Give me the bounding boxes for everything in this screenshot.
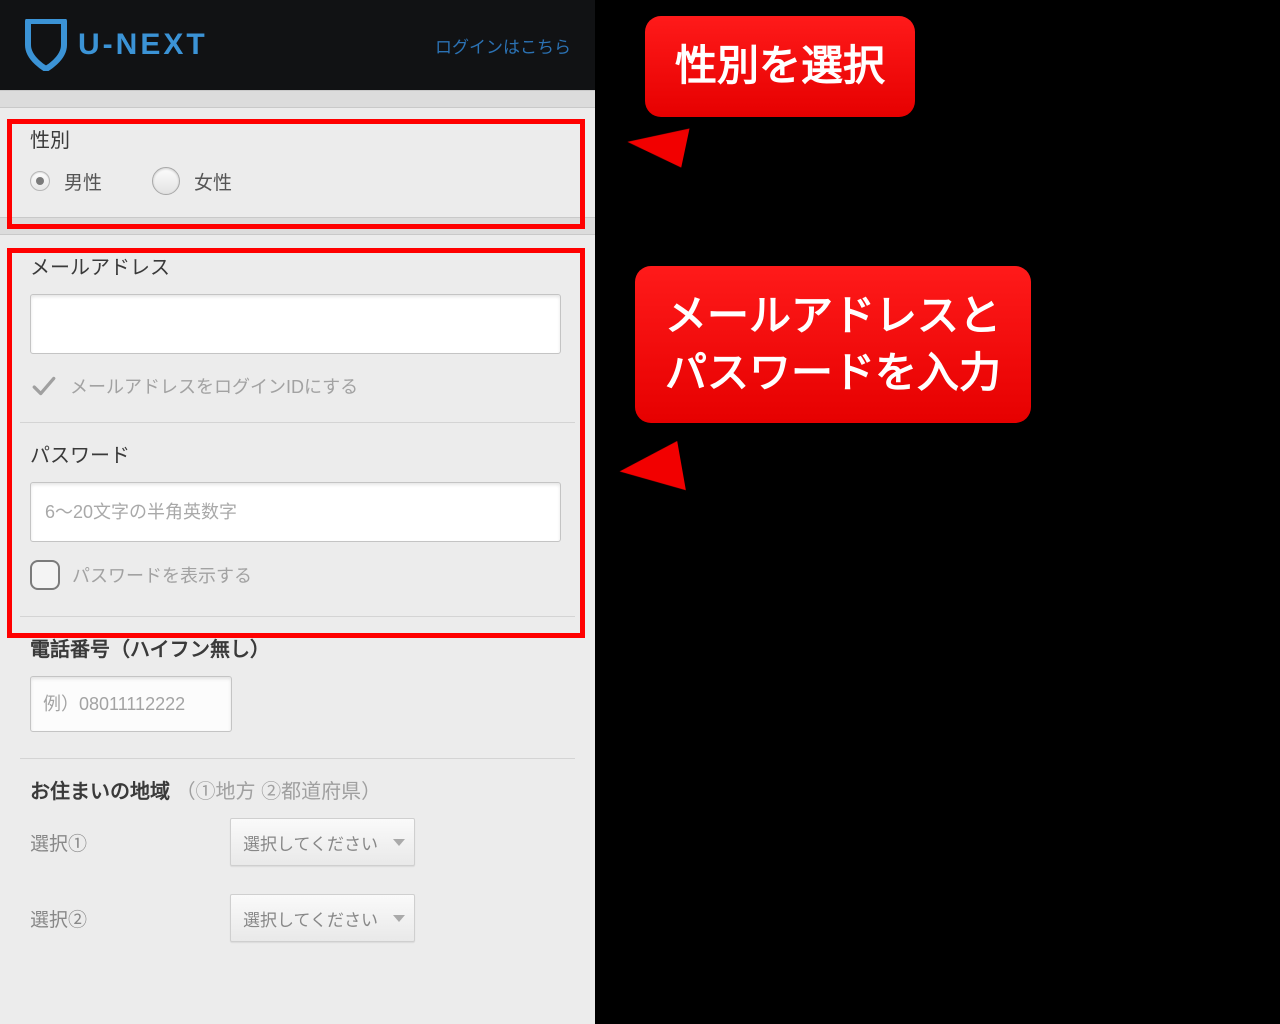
callout-text: 性別を選択 (675, 42, 885, 89)
radio-icon (30, 171, 50, 191)
password-section: パスワード パスワードを表示する (14, 423, 581, 612)
radio-icon (152, 167, 180, 195)
select-value: 選択してください (243, 830, 378, 855)
phone-section: 電話番号（ハイフン無し） (14, 617, 581, 754)
gender-male-label: 男性 (64, 168, 102, 195)
callout-text-line2: パスワードを入力 (665, 349, 1001, 396)
region-select2-label: 選択② (30, 905, 230, 932)
chevron-down-icon (393, 837, 404, 848)
email-section: メールアドレス メールアドレスをログインIDにする (14, 235, 581, 422)
region-label-hint: （①地方 ②都道府県） (176, 781, 382, 803)
use-email-as-id-toggle[interactable]: メールアドレスをログインIDにする (30, 372, 561, 400)
email-input[interactable] (30, 294, 561, 354)
email-label: メールアドレス (30, 251, 561, 280)
divider (0, 90, 595, 108)
password-label: パスワード (30, 439, 561, 468)
gender-section: 性別 男性 女性 (14, 108, 581, 217)
phone-label: 電話番号（ハイフン無し） (30, 633, 561, 662)
region-select2[interactable]: 選択してください (230, 894, 415, 942)
region-label: お住まいの地域 （①地方 ②都道府県） (30, 775, 561, 804)
gender-label: 性別 (30, 124, 561, 153)
gender-female-label: 女性 (194, 168, 232, 195)
chevron-down-icon (393, 913, 404, 924)
gender-male-option[interactable]: 男性 (30, 168, 102, 195)
phone-input[interactable] (30, 676, 232, 732)
callout-tail (616, 441, 686, 501)
registration-form-panel: U-NEXT ログインはこちら 性別 男性 女性 (0, 0, 595, 1024)
gender-female-option[interactable]: 女性 (152, 167, 232, 195)
login-link[interactable]: ログインはこちら (435, 33, 571, 58)
show-password-toggle[interactable]: パスワードを表示する (30, 560, 561, 590)
callout-email-password: メールアドレスと パスワードを入力 (635, 266, 1031, 423)
use-email-as-id-label: メールアドレスをログインIDにする (70, 373, 358, 399)
region-select1-label: 選択① (30, 829, 230, 856)
show-password-label: パスワードを表示する (72, 562, 252, 588)
checkmark-icon (30, 372, 58, 400)
region-select1[interactable]: 選択してください (230, 818, 415, 866)
select-value: 選択してください (243, 906, 378, 931)
app-header: U-NEXT ログインはこちら (0, 0, 595, 90)
shield-icon (24, 19, 68, 71)
password-input[interactable] (30, 482, 561, 542)
callout-text-line1: メールアドレスと (665, 292, 1001, 339)
brand-text: U-NEXT (78, 28, 208, 62)
callout-gender: 性別を選択 (645, 16, 915, 117)
region-section: お住まいの地域 （①地方 ②都道府県） 選択① 選択してください 選択② 選択し… (14, 759, 581, 964)
divider (0, 217, 595, 235)
checkbox-icon (30, 560, 60, 590)
region-label-main: お住まいの地域 (30, 781, 170, 803)
brand-logo[interactable]: U-NEXT (24, 19, 208, 71)
callout-tail (624, 116, 689, 167)
